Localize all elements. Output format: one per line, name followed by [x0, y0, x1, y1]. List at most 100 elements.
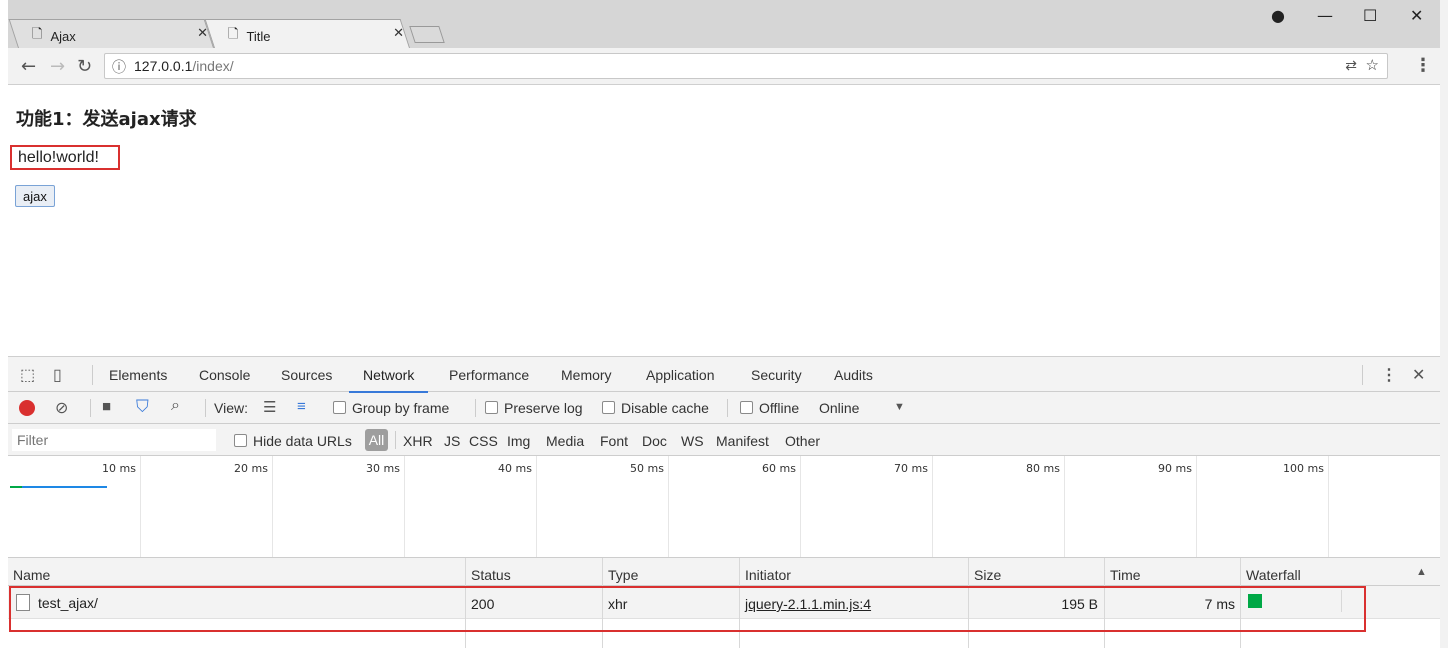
filter-type-ws[interactable]: WS: [681, 433, 704, 449]
overview-tick-label: 10 ms: [102, 462, 136, 475]
column-initiator[interactable]: Initiator: [745, 567, 791, 583]
filter-type-js[interactable]: JS: [444, 433, 460, 449]
bookmark-star-icon[interactable]: ☆: [1366, 56, 1379, 74]
row-initiator-link[interactable]: jquery-2.1.1.min.js:4: [745, 596, 871, 612]
clear-icon[interactable]: ⊘: [55, 398, 68, 418]
back-icon[interactable]: ←: [21, 56, 36, 77]
overview-tick-label: 30 ms: [366, 462, 400, 475]
waterfall-bar[interactable]: [1250, 594, 1262, 608]
page-content: 功能1：发送ajax请求 hello!world! ajax: [8, 85, 1440, 356]
overview-tick-label: 40 ms: [498, 462, 532, 475]
url-host: 127.0.0.1: [134, 58, 193, 74]
filter-type-all[interactable]: All: [365, 429, 388, 451]
chevron-down-icon[interactable]: ▼: [894, 401, 905, 413]
filter-type-xhr[interactable]: XHR: [403, 433, 433, 449]
devtools-close-icon[interactable]: ✕: [1412, 365, 1425, 385]
record-icon[interactable]: [19, 400, 35, 416]
tab-performance[interactable]: Performance: [449, 367, 529, 383]
devtools-more-icon[interactable]: ⋮: [1381, 365, 1397, 385]
tab-title-active[interactable]: 🗋 Title ✕: [204, 19, 410, 48]
minimize-icon[interactable]: —: [1317, 6, 1333, 25]
ajax-result-box: hello!world!: [10, 145, 120, 170]
page-icon: 🗋: [228, 26, 239, 41]
overview-icon[interactable]: ≡: [297, 398, 306, 415]
tab-elements[interactable]: Elements: [109, 367, 167, 383]
filter-type-media[interactable]: Media: [546, 433, 584, 449]
tab-audits[interactable]: Audits: [834, 367, 873, 383]
filter-type-other[interactable]: Other: [785, 433, 820, 449]
close-window-icon[interactable]: ✕: [1410, 6, 1423, 25]
tab-network[interactable]: Network: [348, 367, 429, 393]
address-bar[interactable]: ⓘ 127.0.0.1/index/ ⇄ ☆: [104, 53, 1388, 79]
overview-tick-label: 50 ms: [630, 462, 664, 475]
filter-type-css[interactable]: CSS: [469, 433, 498, 449]
tab-application[interactable]: Application: [646, 367, 715, 383]
column-size[interactable]: Size: [974, 567, 1001, 583]
tab-close-icon[interactable]: ✕: [393, 25, 404, 41]
profile-icon[interactable]: ●: [1271, 6, 1285, 25]
row-size: 195 B: [1061, 596, 1098, 612]
overview-gridline: [272, 456, 273, 557]
filter-type-doc[interactable]: Doc: [642, 433, 667, 449]
browser-toolbar: ← → ↻ ⓘ 127.0.0.1/index/ ⇄ ☆ ⋮: [8, 48, 1440, 85]
overview-gridline: [404, 456, 405, 557]
preserve-log-checkbox[interactable]: Preserve log: [485, 400, 583, 416]
table-empty-area: [8, 619, 1440, 648]
group-by-frame-checkbox[interactable]: Group by frame: [333, 400, 449, 416]
tab-security[interactable]: Security: [751, 367, 802, 383]
devtools-panel: ⬚ ▯ Elements Console Sources Network Per…: [8, 356, 1440, 648]
overview-waiting-bar: [10, 486, 22, 488]
tab-strip: 🗋 Ajax ✕ 🗋 Title ✕ ● — ☐ ✕: [8, 0, 1440, 48]
forward-icon[interactable]: →: [50, 56, 65, 77]
filter-input[interactable]: [12, 429, 216, 451]
tab-ajax[interactable]: 🗋 Ajax ✕: [8, 19, 214, 48]
overview-tick-label: 70 ms: [894, 462, 928, 475]
column-waterfall[interactable]: Waterfall: [1246, 567, 1301, 583]
large-rows-icon[interactable]: ☰: [263, 398, 276, 416]
sort-arrow-icon[interactable]: ▲: [1416, 566, 1427, 578]
column-type[interactable]: Type: [608, 567, 638, 583]
device-toolbar-icon[interactable]: ▯: [53, 365, 62, 385]
disable-cache-label: Disable cache: [621, 400, 709, 416]
throttle-select[interactable]: Online: [819, 400, 859, 416]
column-status[interactable]: Status: [471, 567, 511, 583]
network-overview[interactable]: 10 ms 20 ms 30 ms 40 ms 50 ms 60 ms 70 ms 80 ms…: [8, 456, 1440, 558]
browser-menu-icon[interactable]: ⋮: [1414, 55, 1432, 76]
hide-data-urls-checkbox[interactable]: Hide data URLs: [234, 433, 352, 449]
overview-tick-label: 60 ms: [762, 462, 796, 475]
search-icon[interactable]: ⌕: [171, 397, 180, 415]
devtools-tabbar: ⬚ ▯ Elements Console Sources Network Per…: [8, 357, 1440, 393]
filter-type-manifest[interactable]: Manifest: [716, 433, 769, 449]
throttle-value: Online: [819, 400, 860, 416]
capture-screenshots-icon[interactable]: ■: [102, 398, 111, 415]
tab-title: Title: [246, 28, 271, 44]
table-row[interactable]: test_ajax/ 200 xhr jquery-2.1.1.min.js:4…: [8, 586, 1440, 619]
info-icon[interactable]: ⓘ: [112, 57, 126, 77]
inspect-element-icon[interactable]: ⬚: [20, 365, 35, 385]
filter-type-font[interactable]: Font: [600, 433, 628, 449]
url-path: /index/: [192, 58, 234, 74]
new-tab-button[interactable]: [409, 26, 445, 43]
overview-gridline: [536, 456, 537, 557]
preserve-log-label: Preserve log: [504, 400, 583, 416]
filter-icon[interactable]: ⛉: [136, 397, 149, 417]
tab-sources[interactable]: Sources: [281, 367, 332, 383]
tab-console[interactable]: Console: [199, 367, 250, 383]
ajax-button[interactable]: ajax: [15, 185, 55, 207]
view-label: View:: [214, 400, 248, 416]
window-edge: [1440, 0, 1448, 648]
offline-checkbox[interactable]: Offline: [740, 400, 799, 416]
disable-cache-checkbox[interactable]: Disable cache: [602, 400, 709, 416]
overview-request-bar: [10, 486, 107, 488]
tab-memory[interactable]: Memory: [561, 367, 612, 383]
row-name-text: test_ajax/: [38, 595, 98, 611]
column-name[interactable]: Name: [13, 567, 50, 583]
filter-type-img[interactable]: Img: [507, 433, 530, 449]
translate-icon[interactable]: ⇄: [1345, 57, 1357, 74]
column-time[interactable]: Time: [1110, 567, 1141, 583]
overview-gridline: [1064, 456, 1065, 557]
maximize-icon[interactable]: ☐: [1363, 6, 1377, 25]
reload-icon[interactable]: ↻: [77, 56, 92, 77]
row-status: 200: [471, 596, 495, 612]
overview-gridline: [1328, 456, 1329, 557]
